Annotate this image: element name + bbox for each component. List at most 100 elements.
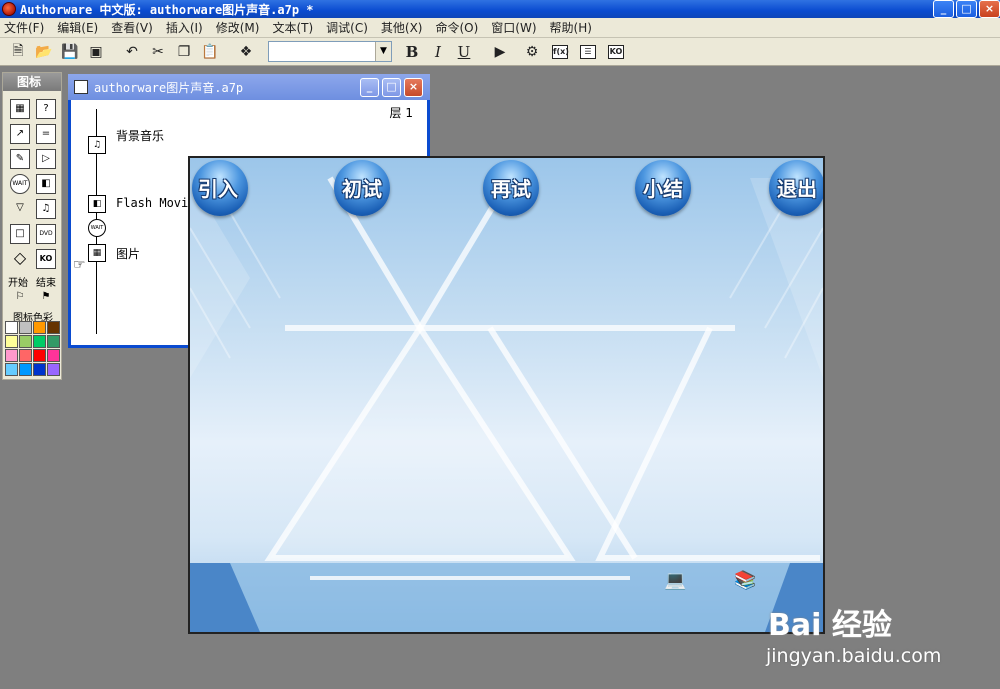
- toolbar: 🗎 📂 💾 ▣ ↶ ✂ ❐ 📋 ❖ B I U ▶ ⚙ f(x) ☰ KO: [0, 38, 1000, 66]
- retry-button[interactable]: 再试: [471, 173, 551, 202]
- new-file-icon[interactable]: 🗎: [8, 42, 28, 62]
- menu-command[interactable]: 命令(O): [435, 19, 478, 36]
- functions-label: f(x): [552, 45, 569, 59]
- undo-icon[interactable]: ↶: [122, 42, 142, 62]
- color-swatches: [5, 321, 61, 377]
- color-swatch[interactable]: [33, 321, 46, 334]
- menu-edit[interactable]: 编辑(E): [57, 19, 98, 36]
- computer-icon[interactable]: 💻: [664, 570, 686, 591]
- stage-background: [190, 176, 823, 632]
- italic-button[interactable]: I: [428, 42, 448, 62]
- flowline-maximize-button[interactable]: □: [382, 78, 401, 97]
- functions-button[interactable]: f(x): [550, 42, 570, 62]
- minimize-button[interactable]: _: [933, 0, 954, 18]
- palette-title[interactable]: 图标: [3, 73, 61, 91]
- color-swatch[interactable]: [5, 363, 18, 376]
- menu-insert[interactable]: 插入(I): [166, 19, 203, 36]
- color-swatch[interactable]: [33, 349, 46, 362]
- authorware-app-icon: [2, 2, 16, 16]
- copy-icon[interactable]: ❐: [174, 42, 194, 62]
- font-select[interactable]: ▼: [268, 41, 392, 62]
- run-icon[interactable]: ▶: [490, 42, 510, 62]
- color-swatch[interactable]: [47, 349, 60, 362]
- menu-window[interactable]: 窗口(W): [491, 19, 536, 36]
- save-all-icon[interactable]: 💾: [60, 42, 80, 62]
- color-swatch[interactable]: [5, 349, 18, 362]
- sound-icon[interactable]: ♫: [36, 199, 56, 219]
- first-try-button[interactable]: 初试: [322, 173, 402, 202]
- cut-icon[interactable]: ✂: [148, 42, 168, 62]
- find-icon[interactable]: ❖: [236, 42, 256, 62]
- map-icon[interactable]: ◇: [10, 249, 30, 269]
- end-flag-label: 结束: [36, 278, 56, 289]
- start-flag-label: 开始: [8, 278, 28, 289]
- restore-button[interactable]: □: [956, 0, 977, 18]
- window-controls: _ □ ×: [933, 0, 1000, 18]
- exit-button[interactable]: 退出: [757, 173, 823, 202]
- ko-label: KO: [608, 45, 624, 59]
- color-swatch[interactable]: [47, 335, 60, 348]
- paste-icon[interactable]: 📋: [200, 42, 220, 62]
- color-swatch[interactable]: [5, 321, 18, 334]
- color-swatch[interactable]: [33, 363, 46, 376]
- calculation-icon[interactable]: =: [36, 124, 56, 144]
- menu-help[interactable]: 帮助(H): [550, 19, 592, 36]
- summary-button[interactable]: 小结: [623, 173, 703, 202]
- chevron-down-icon[interactable]: ▼: [375, 42, 391, 61]
- flowline-title-bar[interactable]: authorware图片声音.a7p _ □ ×: [68, 74, 430, 100]
- watermark-url: jingyan.baidu.com: [766, 645, 942, 667]
- display-icon[interactable]: ▦: [10, 99, 30, 119]
- ko-icon[interactable]: KO: [36, 249, 56, 269]
- flowline-close-button[interactable]: ×: [404, 78, 423, 97]
- flow-node-label[interactable]: 图片: [116, 245, 140, 262]
- motion-icon[interactable]: ↗: [10, 124, 30, 144]
- end-flag-icon[interactable]: ⚑: [36, 288, 56, 308]
- color-swatch[interactable]: [5, 335, 18, 348]
- menu-text[interactable]: 文本(T): [272, 19, 313, 36]
- movie-icon[interactable]: ◧: [36, 174, 56, 194]
- color-swatch[interactable]: [47, 363, 60, 376]
- variables-icon[interactable]: ☰: [578, 42, 598, 62]
- flash-icon[interactable]: ◧: [88, 195, 106, 213]
- baidu-jingyan-logo: Bai 经验: [768, 608, 892, 643]
- underline-button[interactable]: U: [454, 42, 474, 62]
- color-swatch[interactable]: [19, 335, 32, 348]
- window-title: Authorware 中文版: authorware图片声音.a7p *: [20, 2, 314, 17]
- bold-button[interactable]: B: [402, 42, 422, 62]
- open-file-icon[interactable]: 📂: [34, 42, 54, 62]
- menu-view[interactable]: 查看(V): [111, 19, 153, 36]
- flowline-minimize-button[interactable]: _: [360, 78, 379, 97]
- import-icon[interactable]: ▣: [86, 42, 106, 62]
- color-swatch[interactable]: [47, 321, 60, 334]
- knowledge-objects-button[interactable]: KO: [606, 42, 626, 62]
- erase-icon[interactable]: ✎: [10, 149, 30, 169]
- flow-node-label[interactable]: 背景音乐: [116, 127, 164, 144]
- wait-icon[interactable]: WAIT: [10, 174, 30, 194]
- dvd-icon[interactable]: DVD: [36, 224, 56, 244]
- control-panel-icon[interactable]: ⚙: [522, 42, 542, 62]
- level-indicator: 层 1: [389, 106, 413, 120]
- menu-file[interactable]: 文件(F): [4, 19, 44, 36]
- menu-modify[interactable]: 修改(M): [216, 19, 260, 36]
- interaction-icon[interactable]: ?: [36, 99, 56, 119]
- color-swatch[interactable]: [19, 349, 32, 362]
- sound-icon[interactable]: ♫: [88, 136, 106, 154]
- framework-icon[interactable]: □: [10, 224, 30, 244]
- menu-debug[interactable]: 调试(C): [326, 19, 368, 36]
- wait-icon[interactable]: WAIT: [88, 219, 106, 237]
- color-swatch[interactable]: [19, 321, 32, 334]
- menu-other[interactable]: 其他(X): [381, 19, 423, 36]
- start-flag-icon[interactable]: ⚐: [10, 288, 30, 308]
- decision-icon[interactable]: ▽: [10, 199, 30, 219]
- close-button[interactable]: ×: [979, 0, 1000, 18]
- color-swatch[interactable]: [19, 363, 32, 376]
- book-icon[interactable]: 📚: [734, 570, 756, 591]
- icon-palette: 图标 ▦ ? ↗ = ✎ ▷ WAIT ◧ ▽ ♫ □ DVD ◇ KO 开始 …: [2, 72, 62, 380]
- display-icon[interactable]: ▦: [88, 244, 106, 262]
- title-bar: Authorware 中文版: authorware图片声音.a7p * _ □…: [0, 0, 1000, 18]
- variables-box-icon: ☰: [580, 45, 596, 59]
- navigate-icon[interactable]: ▷: [36, 149, 56, 169]
- flow-node-label[interactable]: Flash Movie: [116, 196, 195, 210]
- intro-button[interactable]: 引入: [190, 173, 258, 202]
- color-swatch[interactable]: [33, 335, 46, 348]
